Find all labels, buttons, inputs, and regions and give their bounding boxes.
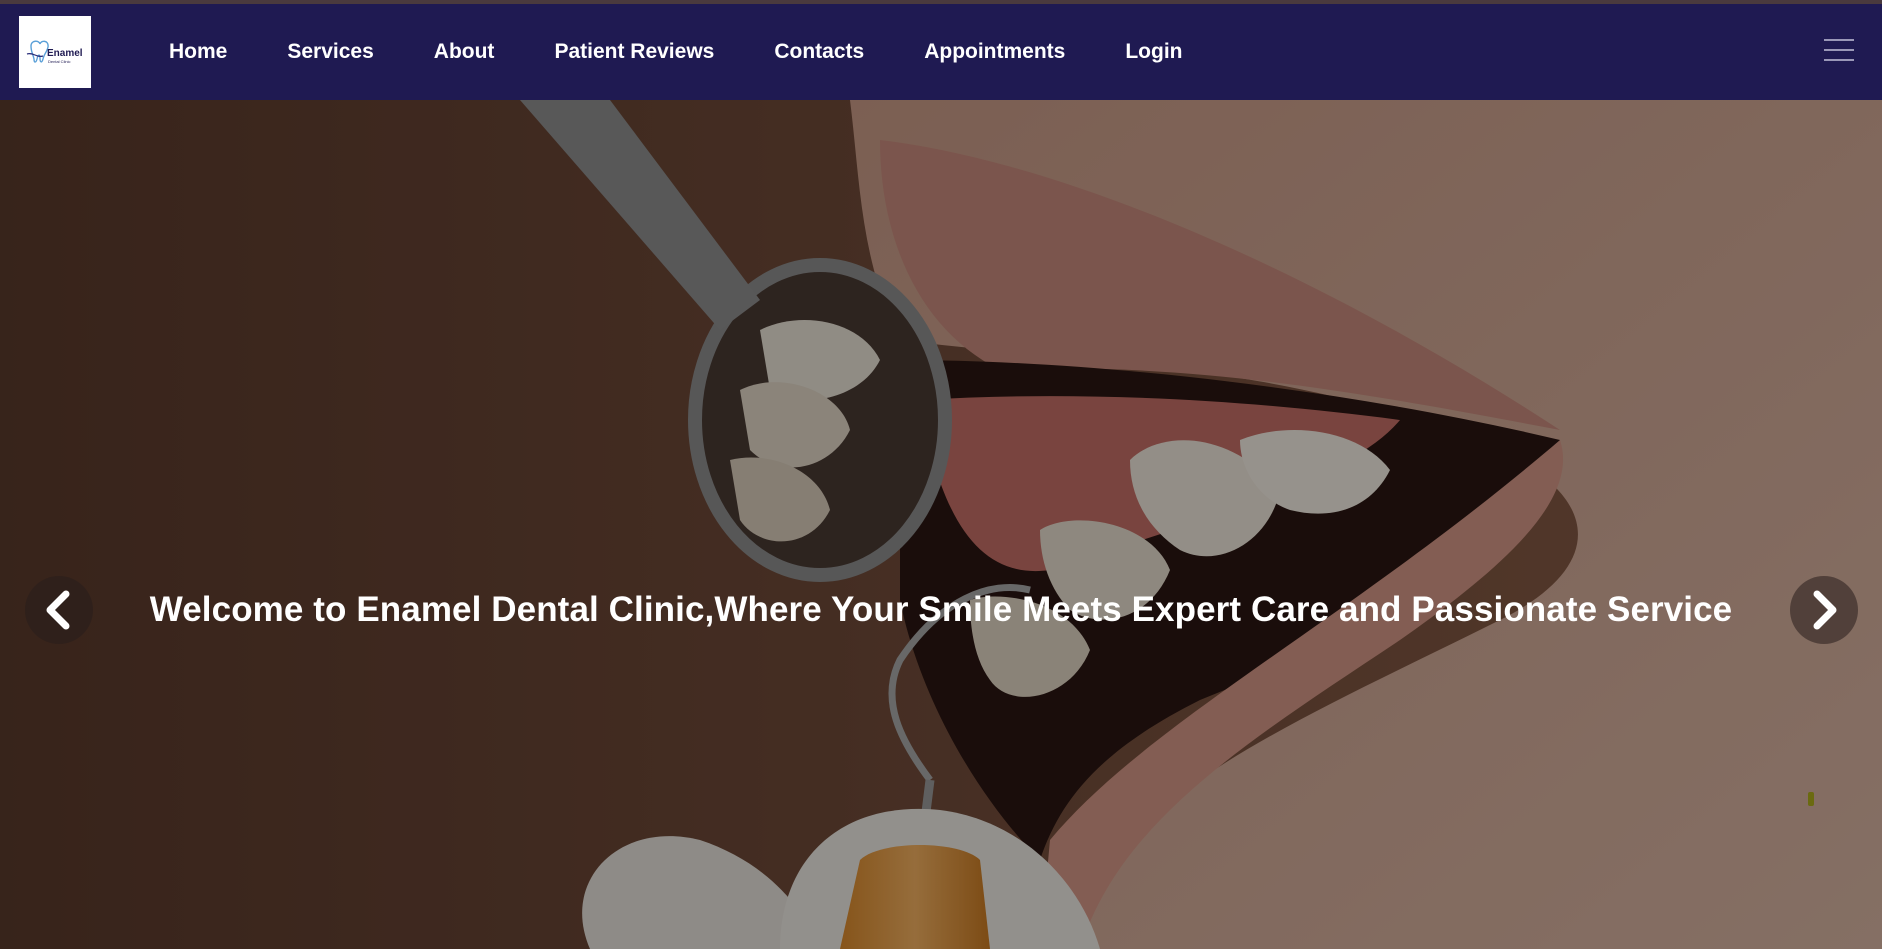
- hero-dark-overlay: [0, 100, 1882, 949]
- nav-about[interactable]: About: [434, 40, 495, 64]
- nav-patient-reviews[interactable]: Patient Reviews: [554, 40, 714, 64]
- hero-title: Welcome to Enamel Dental Clinic,Where Yo…: [149, 590, 1733, 629]
- nav-contacts[interactable]: Contacts: [774, 40, 864, 64]
- clinic-logo[interactable]: Enamel Dental Clinic: [19, 16, 91, 88]
- nav-login[interactable]: Login: [1125, 40, 1182, 64]
- nav-services[interactable]: Services: [287, 40, 373, 64]
- main-nav: Home Services About Patient Reviews Cont…: [169, 4, 1183, 100]
- small-indicator-mark: [1808, 792, 1814, 806]
- nav-appointments[interactable]: Appointments: [924, 40, 1065, 64]
- tooth-logo-icon: Enamel Dental Clinic: [26, 40, 83, 64]
- svg-text:Enamel: Enamel: [47, 48, 83, 59]
- carousel-prev-button[interactable]: [25, 576, 93, 644]
- top-navbar: Enamel Dental Clinic Home Services About…: [0, 4, 1882, 100]
- chevron-left-icon: [46, 590, 70, 630]
- nav-home[interactable]: Home: [169, 40, 227, 64]
- chevron-right-icon: [1813, 590, 1837, 630]
- hamburger-menu-icon[interactable]: [1824, 38, 1854, 62]
- carousel-next-button[interactable]: [1790, 576, 1858, 644]
- svg-text:Dental Clinic: Dental Clinic: [48, 59, 70, 64]
- hero-carousel: Welcome to Enamel Dental Clinic,Where Yo…: [0, 100, 1882, 949]
